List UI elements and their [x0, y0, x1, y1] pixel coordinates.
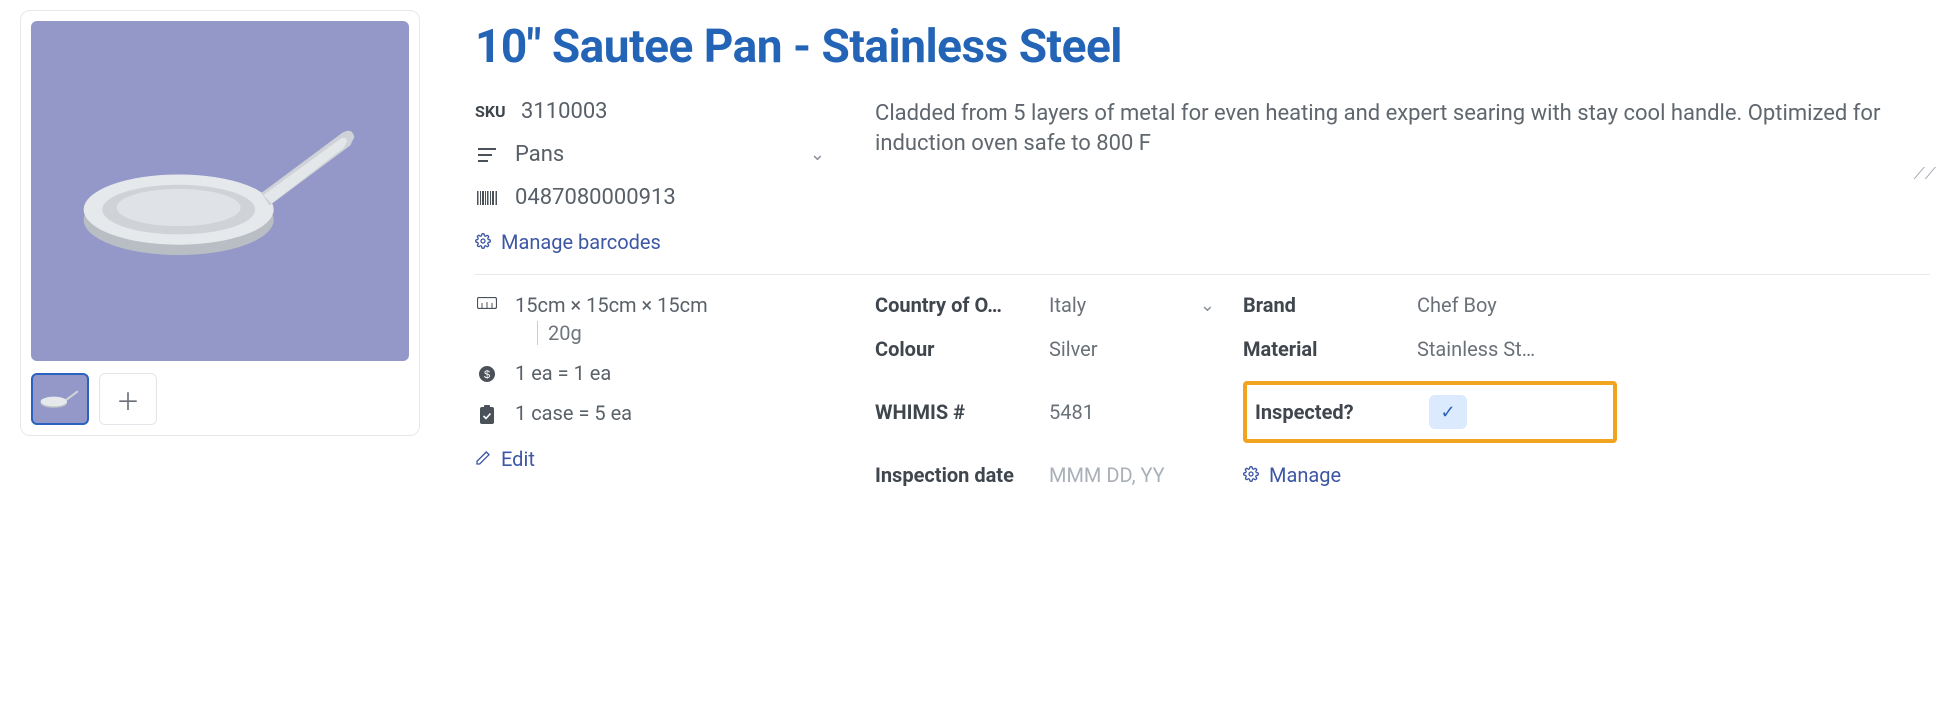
ruler-icon [475, 297, 499, 309]
category-value: Pans [515, 142, 564, 167]
unit-eq-row: $ 1 ea = 1 ea [475, 361, 845, 385]
unit-eq-text: 1 ea = 1 ea [515, 361, 611, 385]
country-select[interactable]: Italy ⌄ [1049, 293, 1219, 317]
inspection-date-label: Inspection date [875, 463, 1025, 487]
category-select[interactable]: Pans ⌄ [475, 142, 845, 167]
case-eq-text: 1 case = 5 ea [515, 401, 632, 425]
inspected-checkbox[interactable]: ✓ [1429, 395, 1467, 429]
dimensions-text: 15cm × 15cm × 15cm [515, 293, 708, 317]
sku-label: SKU [475, 102, 505, 121]
brand-label: Brand [1243, 293, 1393, 317]
description-value: Cladded from 5 layers of metal for even … [875, 101, 1880, 156]
material-label: Material [1243, 337, 1393, 361]
divider [475, 274, 1930, 275]
chevron-down-icon: ⌄ [1200, 295, 1215, 316]
dollar-icon: $ [475, 365, 499, 383]
colour-value[interactable]: Silver [1049, 337, 1219, 361]
whimis-label: WHIMIS # [875, 400, 1025, 424]
sku-value: 3110003 [521, 99, 608, 124]
product-image [31, 21, 409, 361]
barcode-icon [475, 191, 499, 205]
whimis-value[interactable]: 5481 [1049, 400, 1219, 424]
sku-row: SKU 3110003 [475, 99, 845, 124]
clipboard-icon [475, 405, 499, 425]
inspected-highlight: Inspected? ✓ [1243, 381, 1617, 443]
country-value: Italy [1049, 293, 1086, 317]
manage-barcodes-label: Manage barcodes [501, 230, 661, 254]
barcode-value: 0487080000913 [515, 185, 676, 210]
description-text[interactable]: Cladded from 5 layers of metal for even … [875, 99, 1930, 158]
pencil-icon [475, 447, 491, 471]
resize-handle-icon[interactable]: ⟋⟋ [1914, 163, 1936, 185]
manage-barcodes-link[interactable]: Manage barcodes [475, 230, 845, 254]
weight-text: 20g [537, 321, 708, 345]
inspection-date-input[interactable]: MMM DD, YY [1049, 463, 1219, 487]
pan-illustration [65, 98, 375, 284]
chevron-down-icon: ⌄ [810, 144, 825, 165]
list-icon [475, 148, 499, 162]
gear-icon [475, 230, 491, 254]
brand-value[interactable]: Chef Boy [1417, 293, 1617, 317]
colour-label: Colour [875, 337, 1025, 361]
material-value[interactable]: Stainless St… [1417, 337, 1617, 361]
manage-label: Manage [1269, 463, 1341, 487]
svg-text:$: $ [484, 369, 490, 381]
add-image-button[interactable]: ＋ [99, 373, 157, 425]
barcode-row: 0487080000913 [475, 185, 845, 210]
image-panel: ＋ [20, 10, 420, 436]
thumbnail-selected[interactable] [31, 373, 89, 425]
edit-label: Edit [501, 447, 535, 471]
plus-icon: ＋ [116, 382, 140, 417]
inspected-label: Inspected? [1255, 400, 1405, 424]
product-title: 10" Sautee Pan - Stainless Steel [475, 20, 1930, 74]
edit-link[interactable]: Edit [475, 447, 845, 471]
dimensions-row: 15cm × 15cm × 15cm 20g [475, 293, 845, 345]
gear-icon [1243, 463, 1259, 487]
check-icon: ✓ [1440, 402, 1455, 423]
country-label: Country of O… [875, 293, 1025, 317]
case-eq-row: 1 case = 5 ea [475, 401, 845, 425]
manage-attributes-link[interactable]: Manage [1243, 463, 1617, 487]
